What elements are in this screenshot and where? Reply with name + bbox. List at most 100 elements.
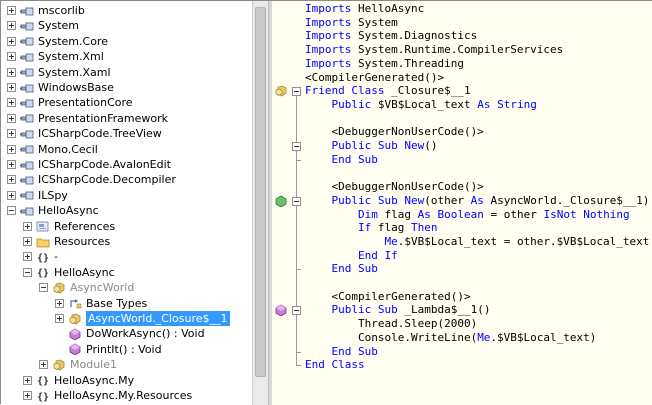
collapse-icon[interactable] — [23, 267, 32, 277]
sub-new-fold-toggle[interactable] — [292, 142, 301, 151]
code-line: <DebuggerNonUserCode()> — [305, 125, 483, 139]
tree-scrollbar-thumb[interactable] — [255, 7, 266, 377]
code-line: Public Sub _Lambda$__1() — [305, 303, 491, 317]
sub-lambda-fold-line — [296, 315, 297, 352]
code-text: Console.WriteLine( — [305, 330, 478, 344]
expand-icon[interactable] — [7, 21, 16, 31]
expand-icon[interactable] — [23, 221, 32, 231]
code-line: Imports System.Diagnostics — [305, 29, 477, 43]
expand-icon[interactable] — [55, 314, 64, 323]
expand-icon[interactable] — [23, 391, 32, 400]
tree-item[interactable]: AsyncWorld — [39, 280, 134, 295]
tree-item[interactable]: Resources — [23, 234, 110, 249]
tree-item[interactable]: ICSharpCode.AvalonEdit — [7, 157, 171, 172]
tree-item-label: ICSharpCode.AvalonEdit — [38, 158, 171, 171]
code-view[interactable]: Imports HelloAsync Imports System Imports … — [272, 1, 652, 405]
expand-icon[interactable] — [7, 113, 16, 123]
tree-item[interactable]: PresentationFramework — [7, 111, 168, 126]
tree-item-label: WindowsBase — [38, 81, 114, 94]
expand-icon[interactable] — [7, 67, 16, 77]
sub-new-other-fold-toggle[interactable] — [292, 196, 301, 206]
expand-icon[interactable] — [7, 190, 16, 200]
code-keyword: Imports — [305, 43, 352, 57]
expand-icon[interactable] — [23, 375, 32, 385]
expand-icon[interactable] — [23, 237, 32, 246]
code-text: flag — [377, 207, 418, 221]
expand-icon[interactable] — [7, 98, 16, 108]
tree-item[interactable]: PrintIt() : Void — [55, 342, 162, 357]
code-keyword: Imports — [305, 15, 352, 29]
tree-item[interactable]: mscorlib — [7, 3, 85, 18]
expand-icon[interactable] — [7, 144, 16, 154]
assembly-tree[interactable]: mscorlib System System.Core System.Xml Syste… — [1, 1, 252, 405]
tree-item[interactable]: HelloAsync — [7, 203, 99, 218]
tree-item-label: Base Types — [86, 296, 148, 310]
references-icon — [36, 220, 50, 232]
expand-icon[interactable] — [55, 298, 64, 308]
code-keyword: Then — [410, 221, 438, 235]
tree-item[interactable]: Mono.Cecil — [7, 142, 98, 157]
code-text: () — [424, 139, 438, 152]
expand-icon[interactable] — [7, 160, 16, 169]
code-keyword: End — [331, 262, 352, 276]
expand-icon[interactable] — [7, 52, 16, 62]
tree-item[interactable]: WindowsBase — [7, 80, 114, 95]
code-keyword: Class — [331, 358, 365, 372]
code-text: .$VB$Local_text) — [490, 330, 597, 344]
code-keyword: Class — [351, 84, 385, 98]
expand-icon[interactable] — [7, 129, 16, 139]
tree-item[interactable]: {} HelloAsync — [23, 265, 115, 280]
code-line: End Sub — [305, 153, 378, 167]
code-line: End Class — [305, 358, 365, 372]
code-keyword: Public — [331, 303, 372, 317]
code-line: <CompilerGenerated()> — [305, 290, 470, 304]
tree-item[interactable]: ICSharpCode.Decompiler — [7, 172, 176, 187]
code-line: If flag Then — [305, 221, 438, 235]
collapse-icon[interactable] — [7, 206, 16, 216]
code-text: System.Diagnostics — [351, 29, 478, 43]
tree-item[interactable]: System — [7, 18, 79, 33]
tree-item[interactable]: System.Xaml — [7, 65, 111, 80]
tree-item[interactable]: {} HelloAsync.My.Resources — [23, 388, 192, 403]
assembly-icon — [20, 128, 34, 140]
tree-item-label: Resources — [54, 235, 111, 248]
code-keyword: Imports — [305, 56, 352, 70]
expand-icon[interactable] — [7, 36, 16, 46]
tree-item-label: ICSharpCode.Decompiler — [38, 173, 176, 187]
tree-item[interactable]: AsyncWorld._Closure$__1 — [55, 311, 230, 326]
code-text: System — [351, 15, 398, 29]
code-line: Imports System.Runtime.CompilerServices — [305, 43, 563, 57]
expand-icon[interactable] — [7, 175, 16, 185]
class-fold-toggle[interactable] — [292, 87, 301, 97]
tree-item[interactable]: System.Core — [7, 34, 108, 49]
collapse-icon[interactable] — [39, 283, 48, 293]
tree-item[interactable]: ICSharpCode.TreeView — [7, 126, 162, 141]
code-keyword: As — [417, 207, 431, 221]
tree-item[interactable]: References — [23, 219, 115, 234]
code-keyword: End — [357, 248, 378, 262]
tree-item[interactable]: ILSpy — [7, 188, 68, 203]
expand-icon[interactable] — [23, 252, 32, 262]
code-text: _Lambda$__1() — [397, 303, 491, 317]
tree-item[interactable]: {} HelloAsync.My — [23, 373, 134, 388]
code-keyword: IsNot — [543, 207, 577, 221]
expand-icon[interactable] — [39, 360, 48, 370]
code-line: Imports HelloAsync — [305, 2, 424, 16]
tree-item[interactable]: {} - — [23, 249, 58, 264]
tree-item[interactable]: PresentationCore — [7, 95, 133, 110]
expand-icon[interactable] — [7, 6, 16, 15]
tree-item[interactable]: System.Xml — [7, 49, 104, 64]
tree-item[interactable]: DoWorkAsync() : Void — [55, 326, 205, 341]
code-line: <DebuggerNonUserCode()> — [305, 180, 483, 194]
tree-item-label: HelloAsync — [54, 265, 115, 279]
tree-scrollbar[interactable] — [252, 1, 268, 405]
expand-icon[interactable] — [7, 83, 16, 92]
code-text: (other — [424, 193, 471, 207]
tree-item[interactable]: Module1 — [39, 357, 117, 372]
sub-lambda-fold-toggle[interactable] — [292, 306, 301, 316]
code-line: <CompilerGenerated()> — [305, 71, 444, 85]
tree-item[interactable]: Base Types — [55, 296, 147, 311]
assembly-icon — [20, 66, 34, 78]
